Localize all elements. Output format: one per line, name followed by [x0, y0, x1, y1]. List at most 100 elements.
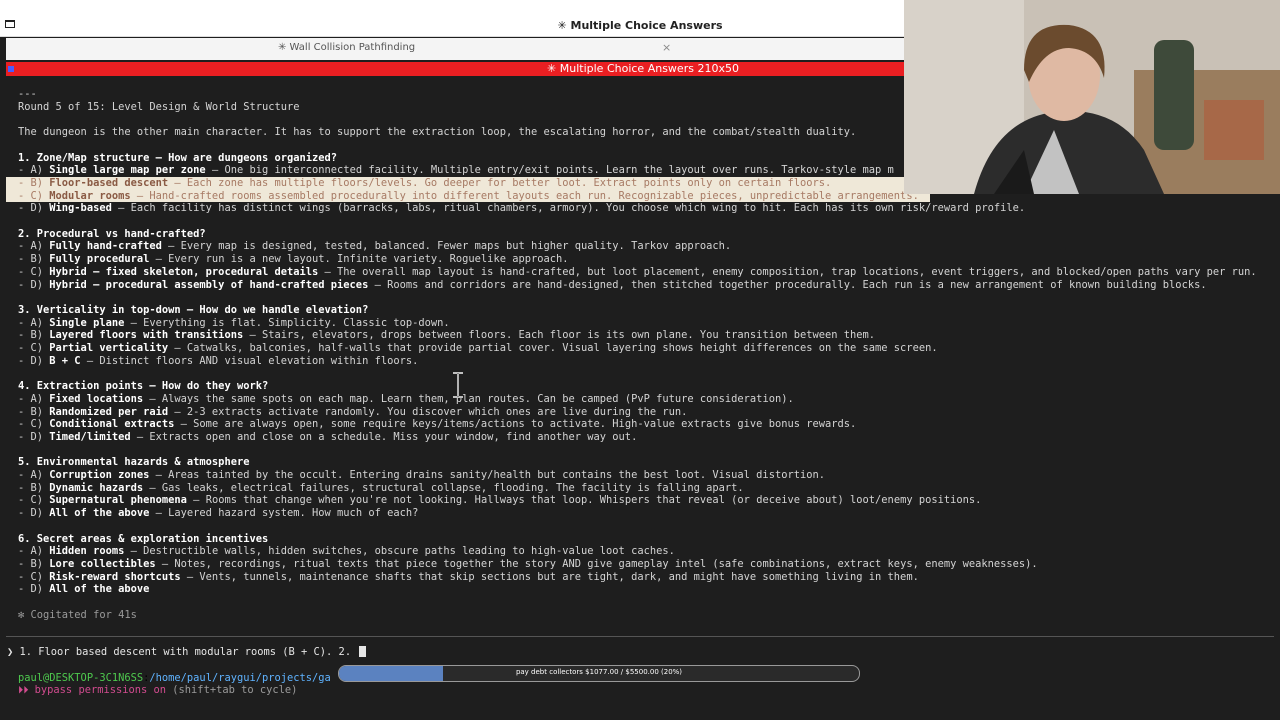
option-title: Modular rooms: [49, 189, 131, 202]
question-heading: 4. Extraction points — How do they work?: [18, 380, 268, 393]
option-line: - D) Timed/limited — Extracts open and c…: [18, 431, 637, 444]
option-prefix: - B): [18, 481, 50, 494]
question-heading-text: 6. Secret areas & exploration incentives: [18, 532, 269, 545]
option-prefix: - C): [18, 418, 50, 431]
option-prefix: - B): [18, 557, 50, 570]
option-description: — Areas tainted by the occult. Entering …: [149, 469, 825, 481]
option-prefix: - C): [18, 265, 50, 278]
intro-paragraph: The dungeon is the other main character.…: [18, 126, 857, 139]
question-heading: 1. Zone/Map structure — How are dungeons…: [18, 152, 337, 165]
option-line: - B) Dynamic hazards — Gas leaks, electr…: [18, 482, 744, 495]
option-title: B + C: [49, 354, 81, 367]
option-description: — Rooms that change when you're not look…: [186, 494, 982, 507]
round-title-text: Round 5 of 15: Level Design & World Stru…: [18, 100, 300, 113]
tab-wall-collision[interactable]: ✳ Wall Collision Pathfinding: [278, 42, 415, 53]
option-prefix: - C): [18, 494, 50, 507]
option-description: — Layered hazard system. How much of eac…: [149, 507, 419, 520]
question-heading: 6. Secret areas & exploration incentives: [18, 533, 268, 546]
option-description: — One big interconnected facility. Multi…: [205, 164, 894, 177]
option-line: - C) Modular rooms — Hand-crafted rooms …: [6, 189, 930, 203]
option-prefix: - A): [18, 240, 50, 253]
question-heading: 2. Procedural vs hand-crafted?: [18, 228, 206, 241]
status-path: /home/paul/raygui/projects/ga: [149, 672, 331, 684]
option-description: — Distinct floors AND visual elevation w…: [80, 354, 419, 367]
permissions-hint: (shift+tab to cycle): [166, 684, 298, 696]
option-title: Fixed locations: [49, 392, 144, 405]
option-title: Lore collectibles: [49, 557, 156, 570]
permissions-label: bypass permissions on: [34, 684, 167, 696]
question-heading: 5. Environmental hazards & atmosphere: [18, 456, 249, 469]
round-title: Round 5 of 15: Level Design & World Stru…: [18, 101, 300, 114]
permissions-status[interactable]: ⏵⏵ bypass permissions on (shift+tab to c…: [18, 684, 297, 697]
option-description: — Extracts open and close on a schedule.…: [130, 430, 638, 443]
option-line: - C) Conditional extracts — Some are alw…: [18, 418, 856, 431]
option-line: - B) Floor-based descent — Each zone has…: [6, 176, 930, 190]
option-title: Floor-based descent: [49, 176, 169, 189]
option-line: - D) B + C — Distinct floors AND visual …: [18, 355, 418, 368]
question-heading-text: 4. Extraction points — How do they work?: [18, 380, 269, 393]
option-prefix: - B): [18, 253, 50, 266]
question-heading: 3. Verticality in top-down — How do we h…: [18, 304, 368, 317]
question-heading-text: 5. Environmental hazards & atmosphere: [18, 456, 250, 469]
option-title: Dynamic hazards: [49, 481, 144, 494]
option-title: Fully procedural: [49, 253, 150, 266]
option-prefix: - C): [18, 189, 50, 202]
separator-text: ---: [18, 88, 37, 100]
option-prefix: - A): [18, 164, 50, 177]
option-line: - C) Hybrid — fixed skeleton, procedural…: [18, 266, 1257, 279]
option-prefix: - A): [18, 316, 50, 329]
option-title: Single large map per zone: [49, 164, 206, 177]
option-title: Risk-reward shortcuts: [49, 570, 181, 583]
webcam-image: [904, 0, 1280, 194]
option-description: — Stairs, elevators, drops between floor…: [243, 329, 876, 342]
option-line: - A) Hidden rooms — Destructible walls, …: [18, 545, 675, 558]
prompt-input[interactable]: ❯ 1. Floor based descent with modular ro…: [7, 646, 367, 658]
option-description: — Everything is flat. Simplicity. Classi…: [124, 316, 450, 329]
separator-line: ---: [18, 88, 37, 101]
option-line: - D) Hybrid — procedural assembly of han…: [18, 279, 1207, 292]
option-prefix: - D): [18, 507, 50, 520]
option-line: - A) Single plane — Everything is flat. …: [18, 317, 450, 330]
option-line: - D) All of the above: [18, 583, 149, 596]
option-line: - B) Randomized per raid — 2-3 extracts …: [18, 406, 687, 419]
prompt-divider: [6, 636, 1274, 637]
webcam-overlay: [904, 0, 1280, 194]
option-description: — Each facility has distinct wings (barr…: [111, 202, 1026, 215]
option-title: Supernatural phenomena: [49, 494, 187, 507]
option-description: — Gas leaks, electrical failures, struct…: [143, 481, 744, 494]
option-title: All of the above: [49, 583, 150, 596]
option-title: Timed/limited: [49, 430, 131, 443]
option-line: - A) Fixed locations — Always the same s…: [18, 393, 794, 406]
intro-text: The dungeon is the other main character.…: [18, 126, 856, 139]
option-line: - A) Single large map per zone — One big…: [18, 164, 894, 177]
cogitated-text: ✻ Cogitated for 41s: [18, 608, 137, 621]
option-description: — Destructible walls, hidden switches, o…: [124, 545, 675, 558]
option-description: — Each zone has multiple floors/levels. …: [168, 176, 832, 189]
option-description: — Hand-crafted rooms assembled procedura…: [130, 189, 919, 202]
status-user: paul@DESKTOP-3C1N6SS: [18, 672, 144, 684]
tab-close-icon[interactable]: ×: [662, 41, 671, 54]
cogitated-status: ✻ Cogitated for 41s: [18, 609, 137, 622]
option-description: — Some are always open, some require key…: [174, 418, 857, 431]
option-title: All of the above: [49, 507, 150, 520]
option-line: - B) Layered floors with transitions — S…: [18, 329, 875, 342]
option-title: Wing-based: [49, 202, 112, 215]
option-title: Single plane: [49, 316, 125, 329]
question-heading-text: 1. Zone/Map structure — How are dungeons…: [18, 151, 338, 164]
option-prefix: - D): [18, 278, 50, 291]
option-title: Hybrid — fixed skeleton, procedural deta…: [49, 265, 319, 278]
progress-widget: pay debt collectors $1077.00 / $5500.00 …: [338, 665, 860, 682]
option-description: — Vents, tunnels, maintenance shafts tha…: [180, 570, 919, 583]
option-line: - C) Partial verticality — Catwalks, bal…: [18, 342, 938, 355]
option-description: — The overall map layout is hand-crafted…: [318, 265, 1257, 278]
option-description: — Every run is a new layout. Infinite va…: [149, 253, 569, 266]
option-prefix: - B): [18, 329, 50, 342]
option-description: — 2-3 extracts activate randomly. You di…: [168, 405, 688, 418]
option-title: Corruption zones: [49, 469, 150, 481]
option-line: - D) Wing-based — Each facility has dist…: [18, 202, 1025, 215]
option-prefix: - B): [18, 405, 50, 418]
option-description: — Notes, recordings, ritual texts that p…: [155, 557, 1038, 570]
option-line: - D) All of the above — Layered hazard s…: [18, 507, 418, 520]
option-title: Randomized per raid: [49, 405, 169, 418]
option-prefix: - A): [18, 392, 50, 405]
